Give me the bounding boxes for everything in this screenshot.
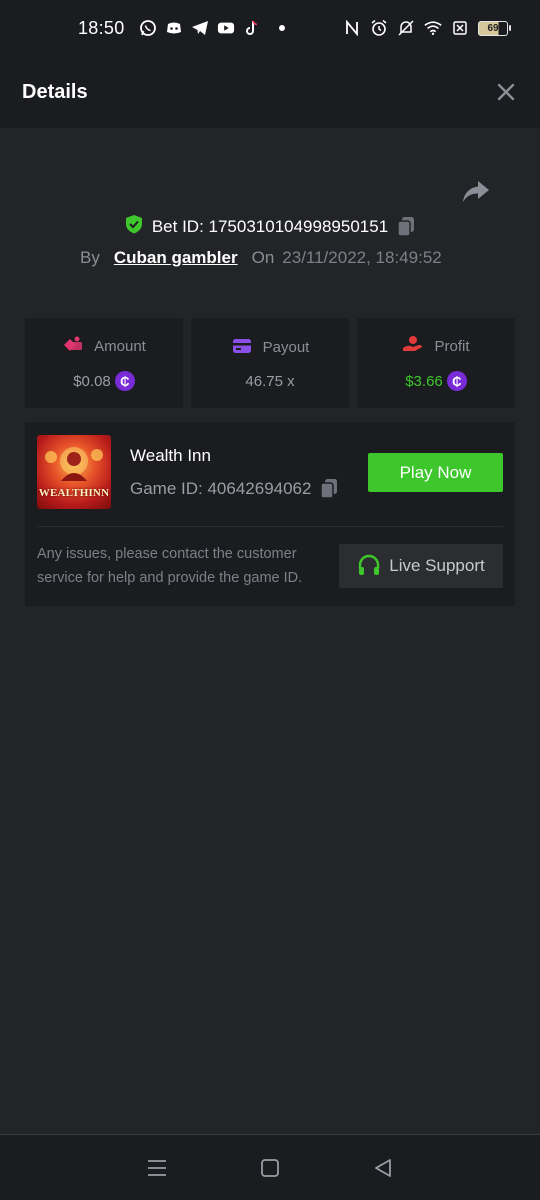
no-sim-icon xyxy=(451,19,469,37)
youtube-icon xyxy=(217,19,235,37)
whatsapp-icon xyxy=(139,19,157,37)
copy-icon xyxy=(397,216,415,237)
payout-card: Payout 46.75 x xyxy=(191,318,349,408)
on-label: On xyxy=(251,248,275,267)
divider xyxy=(37,526,503,527)
telegram-icon xyxy=(191,19,209,37)
status-app-icons xyxy=(139,19,285,37)
nav-back-button[interactable] xyxy=(368,1153,398,1183)
battery-icon: 69 xyxy=(478,20,511,36)
coin-icon: ₵ xyxy=(114,371,135,391)
profit-value: $3.66 xyxy=(405,372,443,390)
bet-id: Bet ID: 1750310104998950151 xyxy=(151,216,389,236)
game-logo-text: WEALTHINN xyxy=(38,487,110,499)
verified-shield-icon xyxy=(124,214,144,239)
copy-icon xyxy=(320,479,338,499)
nav-menu-button[interactable] xyxy=(142,1153,172,1183)
tiktok-icon xyxy=(243,19,261,37)
game-card: WEALTHINN Wealth Inn Game ID: 4064269406… xyxy=(25,422,515,606)
amount-label: Amount xyxy=(94,337,146,355)
game-thumbnail[interactable]: WEALTHINN xyxy=(37,435,111,509)
live-support-button[interactable]: Live Support xyxy=(339,544,503,588)
close-button[interactable] xyxy=(494,80,518,104)
headset-icon xyxy=(357,554,381,578)
back-icon xyxy=(375,1158,392,1177)
status-bar: 18:50 69 xyxy=(0,0,540,56)
coin-icon: ₵ xyxy=(446,371,467,391)
amount-card: Amount $0.08 ₵ xyxy=(25,318,183,408)
nav-home-button[interactable] xyxy=(255,1153,285,1183)
copy-bet-id-button[interactable] xyxy=(396,216,416,238)
mute-icon xyxy=(397,19,415,37)
profit-icon xyxy=(402,335,424,357)
details-header: Details xyxy=(0,56,540,128)
bet-meta-row: By Cuban gambler On 23/11/2022, 18:49:52 xyxy=(80,248,442,268)
page-title: Details xyxy=(22,80,88,103)
alarm-icon xyxy=(370,19,388,37)
game-id: Game ID: 40642694062 xyxy=(130,479,312,498)
payout-value: 46.75 x xyxy=(245,372,295,390)
home-icon xyxy=(261,1158,279,1177)
close-icon xyxy=(497,83,515,101)
notification-dot xyxy=(278,25,285,31)
amount-value: $0.08 xyxy=(73,372,111,390)
live-support-label: Live Support xyxy=(389,556,485,575)
copy-game-id-button[interactable] xyxy=(319,478,339,500)
profit-label: Profit xyxy=(434,337,470,355)
bet-id-row: Bet ID: 1750310104998950151 xyxy=(0,214,540,239)
amount-icon xyxy=(62,335,84,357)
profit-card: Profit $3.66 ₵ xyxy=(357,318,515,408)
status-system-icons: 69 xyxy=(343,19,511,37)
share-icon xyxy=(463,181,489,202)
system-navigation-bar xyxy=(0,1134,540,1200)
nfc-icon xyxy=(343,19,361,37)
play-now-button[interactable]: Play Now xyxy=(368,453,503,492)
bet-stats: Amount $0.08 ₵ Payout 46.75 x Profit $3.… xyxy=(25,318,515,408)
support-hint-text: Any issues, please contact the customer … xyxy=(37,546,303,586)
payout-icon xyxy=(231,337,253,359)
game-name: Wealth Inn xyxy=(130,446,211,465)
bet-date: 23/11/2022, 18:49:52 xyxy=(282,248,442,267)
wifi-icon xyxy=(424,19,442,37)
discord-icon xyxy=(165,19,183,37)
username-link[interactable]: Cuban gambler xyxy=(114,248,238,268)
menu-icon xyxy=(147,1159,166,1176)
payout-label: Payout xyxy=(262,339,310,356)
status-time: 18:50 xyxy=(78,17,125,38)
game-id-row: Game ID: 40642694062 xyxy=(130,478,339,500)
by-label: By xyxy=(80,248,100,267)
share-button[interactable] xyxy=(460,178,492,206)
